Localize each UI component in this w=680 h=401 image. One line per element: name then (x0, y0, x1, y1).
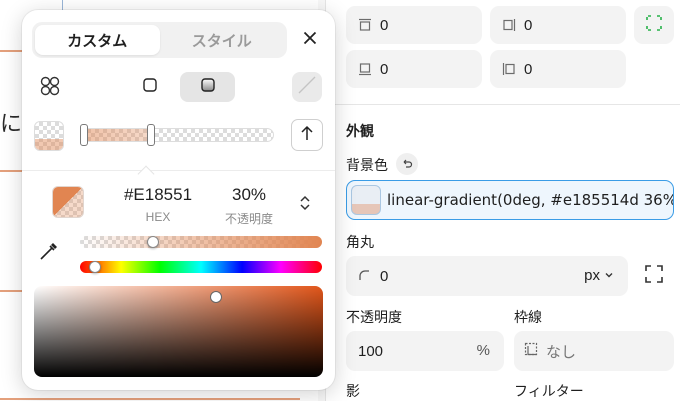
color-picker-popover: カスタム スタイル #E18551 HEX 30% 不透明度 (22, 10, 335, 390)
background-reset-button[interactable] (396, 153, 418, 175)
padding-top-icon (358, 18, 372, 32)
radius-field[interactable]: 0 px (346, 256, 628, 296)
padding-bottom-value: 0 (380, 60, 389, 78)
picker-divider (22, 170, 335, 171)
picker-opacity-label: 不透明度 (224, 212, 273, 226)
preset-swatches-icon (39, 75, 61, 102)
alpha-slider[interactable] (80, 236, 322, 248)
no-fill-button[interactable] (292, 72, 322, 102)
canvas-accent-line (0, 398, 300, 400)
arrow-up-icon (300, 125, 314, 146)
gradient-stop-swatch[interactable] (34, 121, 64, 151)
stop-pointer (137, 165, 155, 183)
padding-left-field[interactable]: 0 (490, 50, 626, 88)
background-swatch[interactable] (351, 185, 381, 215)
eyedropper-button[interactable] (38, 240, 60, 262)
gradient-track[interactable] (82, 128, 274, 142)
background-value-text: linear-gradient(0deg, #e185514d 36%, # (387, 191, 674, 209)
canvas-accent-line (0, 50, 22, 52)
close-icon (303, 31, 317, 50)
padding-individual-icon (645, 14, 663, 37)
hex-input[interactable]: #E18551 (122, 185, 194, 205)
shadow-label: 影 (346, 383, 360, 399)
radius-value: 0 (380, 267, 389, 285)
gradient-direction-button[interactable] (291, 119, 323, 151)
solid-fill-button[interactable] (135, 72, 165, 102)
hue-slider[interactable] (80, 261, 322, 273)
saturation-brightness-thumb[interactable] (210, 290, 223, 303)
border-style-icon (524, 342, 538, 360)
saturation-brightness-area[interactable] (34, 286, 323, 377)
chevron-updown-icon (298, 195, 312, 216)
tab-styles[interactable]: スタイル (160, 25, 285, 55)
padding-right-icon (502, 18, 516, 32)
canvas-accent-line (0, 170, 22, 172)
background-color-input[interactable]: linear-gradient(0deg, #e185514d 36%, # (346, 180, 674, 220)
alpha-slider-thumb[interactable] (146, 236, 159, 248)
opacity-unit: % (476, 342, 490, 359)
filter-label: フィルター (514, 383, 584, 399)
current-color-swatch (52, 186, 84, 218)
border-label: 枠線 (514, 309, 542, 325)
picker-opacity-input[interactable]: 30% (216, 185, 282, 205)
hue-slider-thumb[interactable] (88, 261, 101, 273)
padding-individual-toggle[interactable] (634, 6, 674, 44)
gradient-fill-button[interactable] (180, 72, 235, 102)
padding-right-field[interactable]: 0 (490, 6, 626, 44)
opacity-label: 不透明度 (346, 309, 402, 325)
background-label: 背景色 (346, 157, 388, 173)
opacity-field[interactable]: 100 % (346, 331, 504, 371)
border-field[interactable]: なし (514, 331, 674, 371)
preset-swatches-button[interactable] (36, 74, 64, 102)
opacity-value: 100 (358, 342, 384, 360)
radius-unit-select[interactable]: px (584, 267, 614, 284)
radius-unit-value: px (584, 267, 600, 284)
solid-fill-icon (142, 77, 157, 97)
radius-expand-button[interactable] (640, 262, 668, 290)
individual-corners-icon (644, 264, 664, 289)
chevron-down-icon (604, 267, 614, 284)
radius-label: 角丸 (346, 234, 374, 250)
canvas-accent-line (0, 290, 22, 292)
undo-icon (401, 157, 413, 172)
padding-left-value: 0 (524, 60, 533, 78)
tab-custom[interactable]: カスタム (35, 25, 160, 55)
hex-label: HEX (145, 210, 171, 224)
padding-top-field[interactable]: 0 (346, 6, 482, 44)
properties-panel: 0 0 0 0 外観 背景色 linear-gradient(0deg, #e1… (326, 0, 680, 401)
gradient-fill-icon (200, 77, 215, 97)
appearance-section-title: 外観 (346, 123, 374, 139)
corner-radius-icon (358, 268, 370, 285)
color-format-stepper[interactable] (298, 194, 312, 212)
padding-bottom-icon (358, 62, 372, 76)
section-divider (326, 104, 680, 105)
padding-left-icon (502, 62, 516, 76)
gradient-stop-handle[interactable] (147, 124, 156, 146)
close-button[interactable] (300, 30, 320, 50)
padding-top-value: 0 (380, 16, 389, 34)
no-fill-icon (296, 74, 318, 101)
padding-right-value: 0 (524, 16, 533, 34)
border-value: なし (546, 343, 577, 361)
picker-mode-tabs: カスタム スタイル (32, 22, 287, 58)
padding-bottom-field[interactable]: 0 (346, 50, 482, 88)
gradient-stop-handle-start[interactable] (80, 124, 88, 146)
eyedropper-icon (38, 243, 60, 266)
